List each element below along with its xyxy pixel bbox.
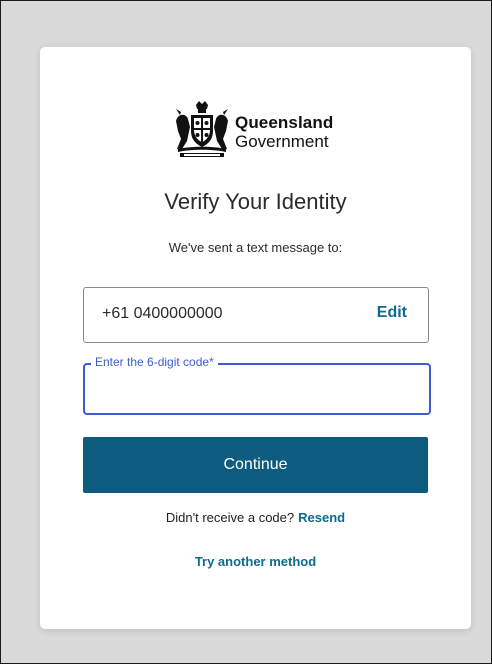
phone-number-display: +61 0400000000 Edit bbox=[83, 287, 429, 343]
page-title: Verify Your Identity bbox=[164, 189, 347, 214]
try-another-method-link[interactable]: Try another method bbox=[40, 554, 471, 569]
page-frame: Queensland Government Verify Your Identi… bbox=[0, 0, 492, 664]
resend-prompt: Didn't receive a code? bbox=[165, 510, 295, 525]
verification-code-field[interactable]: Enter the 6-digit code* bbox=[83, 355, 431, 415]
verification-code-input[interactable] bbox=[95, 379, 419, 403]
continue-button[interactable]: Continue bbox=[83, 437, 428, 493]
verify-card: Queensland Government Verify Your Identi… bbox=[40, 47, 471, 629]
edit-phone-link[interactable]: Edit bbox=[377, 304, 407, 322]
phone-number: +61 0400000000 bbox=[102, 305, 223, 322]
brand-name-line2: Government bbox=[235, 132, 329, 151]
resend-link[interactable]: Resend bbox=[298, 510, 345, 525]
queensland-government-logo: Queensland Government bbox=[172, 101, 352, 159]
sent-message-text: We've sent a text message to: bbox=[168, 240, 343, 255]
queensland-coat-of-arms-icon bbox=[176, 101, 228, 157]
brand-name-line1: Queensland bbox=[235, 113, 334, 132]
verification-code-label: Enter the 6-digit code* bbox=[91, 355, 218, 369]
resend-row: Didn't receive a code? Resend bbox=[40, 510, 471, 525]
